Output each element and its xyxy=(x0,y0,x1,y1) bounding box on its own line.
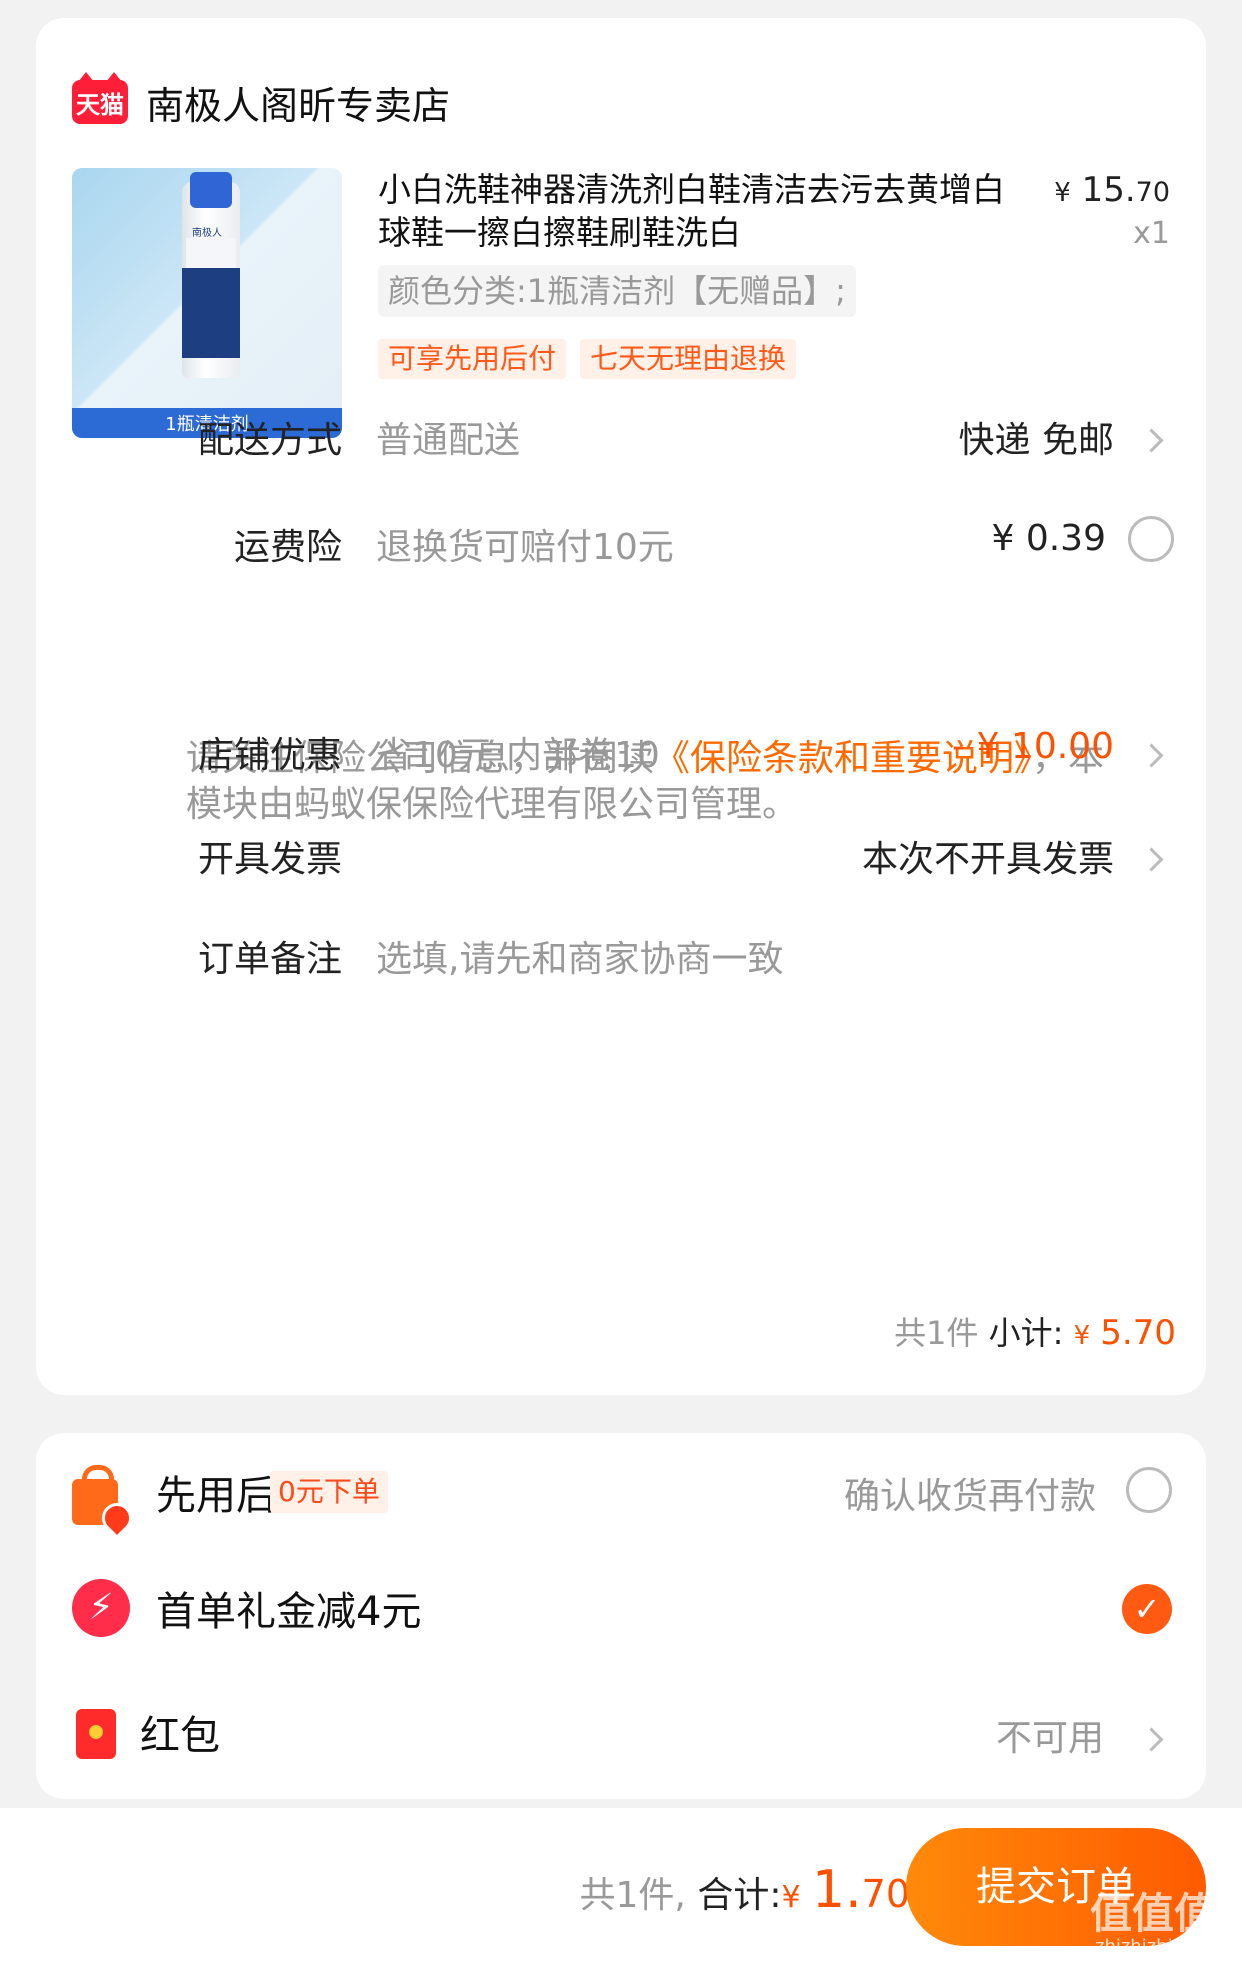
delivery-right: 快递 免邮 xyxy=(958,420,1114,461)
order-card: 天猫 南极人阁昕专卖店 南极人 1瓶清洁剂 小白洗鞋神器清洗剂白鞋清洁去污去黄增… xyxy=(36,18,1206,1395)
store-name[interactable]: 南极人阁昕专卖店 xyxy=(146,75,450,130)
tmall-logo: 天猫 xyxy=(72,72,128,124)
insurance-price: ¥ 0.39 xyxy=(991,518,1106,559)
price-currency: ¥ xyxy=(1054,178,1071,208)
checkmark-icon[interactable]: ✓ xyxy=(1122,1584,1172,1634)
subtotal-currency: ¥ xyxy=(1073,1321,1091,1351)
total-count: 共1件, xyxy=(579,1875,686,1916)
lightning-icon: ⚡ xyxy=(72,1579,130,1637)
payment-options-card: 先用后付 0元下单 确认收货再付款 ⚡ 首单礼金减4元 ✓ 红包 不可用 xyxy=(36,1433,1206,1799)
invoice-label: 开具发票 xyxy=(197,839,342,880)
subtotal: 共1件 小计: ¥ 5.70 xyxy=(894,1308,1176,1354)
first-order-title: 首单礼金减4元 xyxy=(156,1589,422,1635)
chevron-right-icon xyxy=(1139,1727,1164,1752)
delivery-value: 普通配送 xyxy=(376,420,521,461)
shopping-bag-icon xyxy=(72,1465,139,1540)
bottle-brand: 南极人 xyxy=(192,228,222,239)
tag-return: 七天无理由退换 xyxy=(580,339,797,379)
product-price: ¥ 15.70 xyxy=(1054,170,1170,210)
subtotal-count: 共1件 xyxy=(894,1314,979,1352)
discount-label: 店铺优惠 xyxy=(197,735,342,776)
bottle-cap xyxy=(190,172,232,208)
product-image[interactable]: 南极人 1瓶清洁剂 xyxy=(72,168,342,438)
order-total: 共1件, 合计:¥ 1.70 xyxy=(580,1860,910,1920)
subtotal-amount: 5.70 xyxy=(1100,1313,1176,1353)
red-packet-icon xyxy=(72,1709,128,1765)
watermark-logo: 值值值 xyxy=(1090,1889,1217,1938)
chevron-right-icon xyxy=(1139,743,1164,768)
product-quantity: x1 xyxy=(1133,216,1170,251)
product-spec[interactable]: 颜色分类:1瓶清洁剂【无赠品】; xyxy=(378,265,856,317)
discount-value: 省10元:内部卷10 xyxy=(376,735,660,776)
store-header[interactable]: 天猫 南极人阁昕专卖店 xyxy=(72,62,450,142)
pay-later-desc: 确认收货再付款 xyxy=(843,1476,1096,1517)
total-integer: 1. xyxy=(812,1860,862,1920)
remark-input[interactable]: 选填,请先和商家协商一致 xyxy=(376,930,783,982)
insurance-label: 运费险 xyxy=(233,527,342,568)
pay-later-badge: 0元下单 xyxy=(270,1471,388,1513)
chevron-right-icon xyxy=(1139,428,1164,453)
red-packet-status: 不可用 xyxy=(995,1718,1104,1759)
remark-label: 订单备注 xyxy=(197,939,342,980)
invoice-value: 本次不开具发票 xyxy=(861,839,1114,880)
price-integer: 15. xyxy=(1081,170,1136,210)
pay-later-radio[interactable] xyxy=(1126,1467,1172,1513)
total-decimal: 70 xyxy=(861,1872,910,1916)
tag-pay-later: 可享先用后付 xyxy=(378,339,567,379)
product-title[interactable]: 小白洗鞋神器清洗剂白鞋清洁去污去黄增白球鞋一擦白擦鞋刷鞋洗白 xyxy=(378,168,1018,254)
discount-amount: - ¥ 10.00 xyxy=(952,726,1114,767)
chevron-right-icon xyxy=(1139,847,1164,872)
insurance-value: 退换货可赔付10元 xyxy=(376,527,674,568)
total-label: 合计: xyxy=(697,1875,782,1916)
watermark-url: zhizhizhi.com xyxy=(1095,1936,1217,1957)
product-tags: 可享先用后付 七天无理由退换 xyxy=(378,339,810,379)
delivery-label: 配送方式 xyxy=(197,420,342,461)
bottle-label-dark xyxy=(182,268,240,358)
checkout-bar: 共1件, 合计:¥ 1.70 提交订单 xyxy=(0,1808,1242,1969)
red-packet-title: 红包 xyxy=(140,1713,220,1759)
price-decimal: 70 xyxy=(1135,177,1170,208)
subtotal-label: 小计: xyxy=(988,1314,1064,1352)
insurance-radio[interactable] xyxy=(1128,516,1174,562)
total-currency: ¥ xyxy=(781,1880,801,1915)
